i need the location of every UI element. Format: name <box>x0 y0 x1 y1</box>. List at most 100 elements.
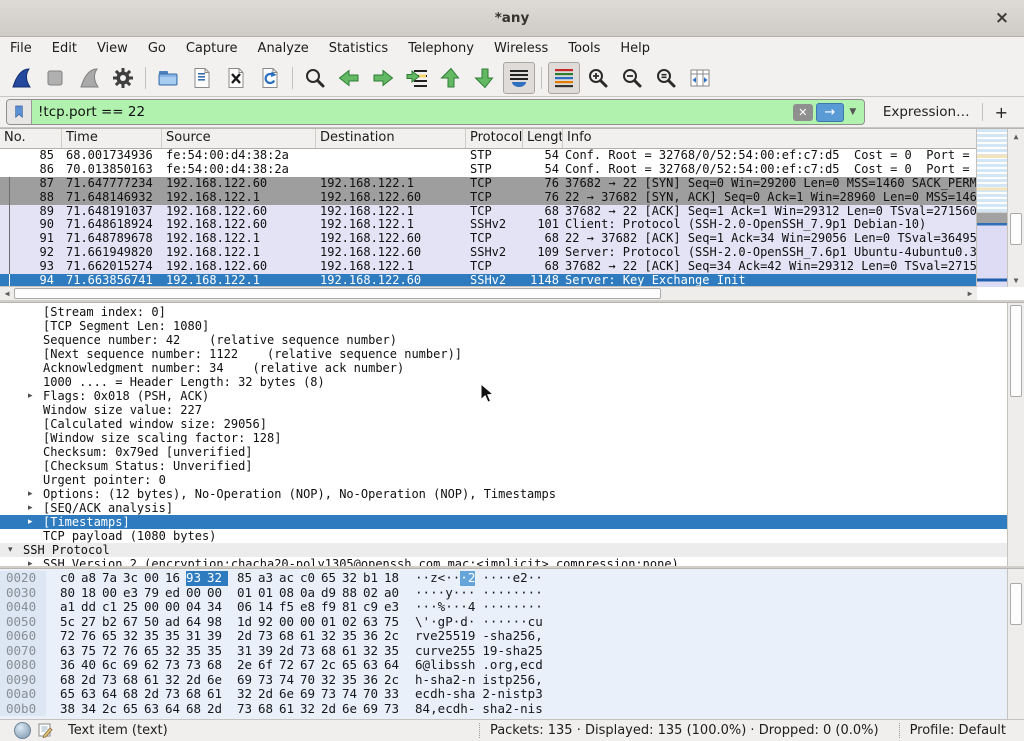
detail-line[interactable]: [Next sequence number: 1122 (relative se… <box>0 347 1008 361</box>
packet-row[interactable]: 8871.648146932192.168.122.1192.168.122.6… <box>0 191 977 205</box>
hex-row[interactable]: 008036406c69627373682e6f72672c6563646@li… <box>0 658 1008 673</box>
packet-row[interactable]: 8670.013850163fe:54:00:d4:38:2aSTP54Conf… <box>0 163 977 177</box>
close-button[interactable]: × <box>990 6 1014 30</box>
packet-row[interactable]: 9371.662015274192.168.122.60192.168.122.… <box>0 260 977 274</box>
column-header-info[interactable]: Info <box>563 129 977 148</box>
restart-capture-button[interactable] <box>73 62 105 94</box>
close-capture-file-button[interactable] <box>220 62 252 94</box>
menu-help[interactable]: Help <box>610 39 660 58</box>
menu-view[interactable]: View <box>87 39 138 58</box>
packet-list-hscroll-thumb[interactable] <box>14 288 661 299</box>
hex-row[interactable]: 0020c0a87a3c0016933285a3acc06532b118··z<… <box>0 571 1008 586</box>
details-vscrollbar[interactable] <box>1007 303 1024 566</box>
detail-line[interactable]: ▸[Timestamps] <box>0 515 1008 529</box>
detail-line[interactable]: Urgent pointer: 0 <box>0 473 1008 487</box>
detail-line[interactable]: ▸SSH Version 2 (encryption:chacha20-poly… <box>0 557 1008 566</box>
bytes-vscroll-thumb[interactable] <box>1010 583 1022 625</box>
go-forward-button[interactable] <box>367 62 399 94</box>
packet-row[interactable]: 9271.661949820192.168.122.1192.168.122.6… <box>0 246 977 260</box>
menu-capture[interactable]: Capture <box>176 39 248 58</box>
hex-row[interactable]: 00a0656364682d736861322d6e6973747033ecdh… <box>0 687 1008 702</box>
hex-row[interactable]: 0030801800e379ed00000101080ad98802a0····… <box>0 586 1008 601</box>
menu-statistics[interactable]: Statistics <box>319 39 398 58</box>
packet-row[interactable]: 8568.001734936fe:54:00:d4:38:2aSTP54Conf… <box>0 149 977 163</box>
menu-file[interactable]: File <box>0 39 42 58</box>
reload-capture-file-button[interactable] <box>254 62 286 94</box>
menu-go[interactable]: Go <box>138 39 176 58</box>
detail-line[interactable]: Acknowledgment number: 34 (relative ack … <box>0 361 1008 375</box>
scroll-left-icon[interactable]: ◀ <box>0 287 14 300</box>
expander-collapsed-icon[interactable]: ▸ <box>28 389 43 403</box>
go-to-packet-button[interactable] <box>401 62 433 94</box>
save-capture-file-button[interactable] <box>186 62 218 94</box>
stop-capture-button[interactable] <box>39 62 71 94</box>
column-header-proto[interactable]: Protocol <box>466 129 523 148</box>
display-filter-field[interactable]: !tcp.port == 22 ✕ → ▼ <box>6 99 865 125</box>
zoom-out-button[interactable] <box>616 62 648 94</box>
hex-row[interactable]: 00b038342c656364682d736861322d6e697384,e… <box>0 702 1008 717</box>
menu-tools[interactable]: Tools <box>558 39 610 58</box>
scroll-up-icon[interactable]: ▲ <box>1008 129 1024 143</box>
status-profile[interactable]: Profile: Default <box>899 723 1016 738</box>
packet-list-minimap[interactable] <box>976 129 1008 287</box>
detail-line[interactable]: Window size value: 227 <box>0 403 1008 417</box>
detail-line[interactable]: ▸Options: (12 bytes), No-Operation (NOP)… <box>0 487 1008 501</box>
packet-list-hscrollbar[interactable]: ◀ ▶ <box>0 286 977 300</box>
column-header-time[interactable]: Time <box>62 129 162 148</box>
expander-collapsed-icon[interactable]: ▸ <box>28 487 43 501</box>
packet-row[interactable]: 8771.647777234192.168.122.60192.168.122.… <box>0 177 977 191</box>
hex-row[interactable]: 0090682d736861322d6e697374703235362ch-sh… <box>0 673 1008 688</box>
detail-line[interactable]: Checksum: 0x79ed [unverified] <box>0 445 1008 459</box>
details-vscroll-thumb[interactable] <box>1010 305 1022 397</box>
expander-collapsed-icon[interactable]: ▸ <box>28 557 43 566</box>
go-last-packet-button[interactable] <box>469 62 501 94</box>
detail-line[interactable]: Sequence number: 42 (relative sequence n… <box>0 333 1008 347</box>
resize-columns-button[interactable] <box>684 62 716 94</box>
detail-line[interactable]: ▸[SEQ/ACK analysis] <box>0 501 1008 515</box>
detail-line[interactable]: ▾SSH Protocol <box>0 543 1008 557</box>
expander-collapsed-icon[interactable]: ▸ <box>28 501 43 515</box>
scroll-right-icon[interactable]: ▶ <box>963 287 977 300</box>
zoom-in-button[interactable] <box>582 62 614 94</box>
zoom-original-button[interactable] <box>650 62 682 94</box>
go-first-packet-button[interactable] <box>435 62 467 94</box>
hex-row[interactable]: 0070637572766532353531392d7368613235curv… <box>0 644 1008 659</box>
display-filter-input[interactable]: !tcp.port == 22 <box>32 104 793 120</box>
detail-line[interactable]: [Checksum Status: Unverified] <box>0 459 1008 473</box>
hex-row[interactable]: 0040a1ddc125000004340614f5e8f981c9e3···%… <box>0 600 1008 615</box>
menu-telephony[interactable]: Telephony <box>398 39 484 58</box>
expert-info-icon[interactable] <box>14 722 31 739</box>
filter-dropdown-button[interactable]: ▼ <box>846 104 860 121</box>
scroll-down-icon[interactable]: ▼ <box>1008 273 1024 287</box>
menu-wireless[interactable]: Wireless <box>484 39 558 58</box>
column-header-no[interactable]: No. <box>0 129 62 148</box>
column-header-src[interactable]: Source <box>162 129 316 148</box>
expression-button[interactable]: Expression… <box>875 104 978 120</box>
capture-comment-icon[interactable] <box>37 722 54 739</box>
column-header-dst[interactable]: Destination <box>316 129 466 148</box>
packet-row[interactable]: 8971.648191037192.168.122.60192.168.122.… <box>0 205 977 219</box>
detail-line[interactable]: 1000 .... = Header Length: 32 bytes (8) <box>0 375 1008 389</box>
colorize-packets-button[interactable] <box>548 62 580 94</box>
detail-line[interactable]: [Calculated window size: 29056] <box>0 417 1008 431</box>
add-filter-button[interactable]: + <box>987 103 1018 122</box>
packet-row[interactable]: 9171.648789678192.168.122.1192.168.122.6… <box>0 232 977 246</box>
packet-list-vscroll-thumb[interactable] <box>1010 213 1022 245</box>
packet-row[interactable]: 9071.648618924192.168.122.60192.168.122.… <box>0 218 977 232</box>
expander-expanded-icon[interactable]: ▾ <box>8 543 23 557</box>
detail-line[interactable]: [TCP Segment Len: 1080] <box>0 319 1008 333</box>
capture-options-button[interactable] <box>107 62 139 94</box>
detail-line[interactable]: TCP payload (1080 bytes) <box>0 529 1008 543</box>
open-capture-file-button[interactable] <box>152 62 184 94</box>
go-back-button[interactable] <box>333 62 365 94</box>
auto-scroll-button[interactable] <box>503 62 535 94</box>
expander-collapsed-icon[interactable]: ▸ <box>28 515 43 529</box>
hex-row[interactable]: 006072766532353531392d7368613235362crve2… <box>0 629 1008 644</box>
filter-bookmark-button[interactable] <box>7 100 32 124</box>
filter-apply-button[interactable]: → <box>816 103 844 122</box>
detail-line[interactable]: [Window size scaling factor: 128] <box>0 431 1008 445</box>
bytes-vscrollbar[interactable] <box>1007 569 1024 719</box>
detail-line[interactable]: [Stream index: 0] <box>0 305 1008 319</box>
menu-edit[interactable]: Edit <box>42 39 87 58</box>
find-packet-button[interactable] <box>299 62 331 94</box>
